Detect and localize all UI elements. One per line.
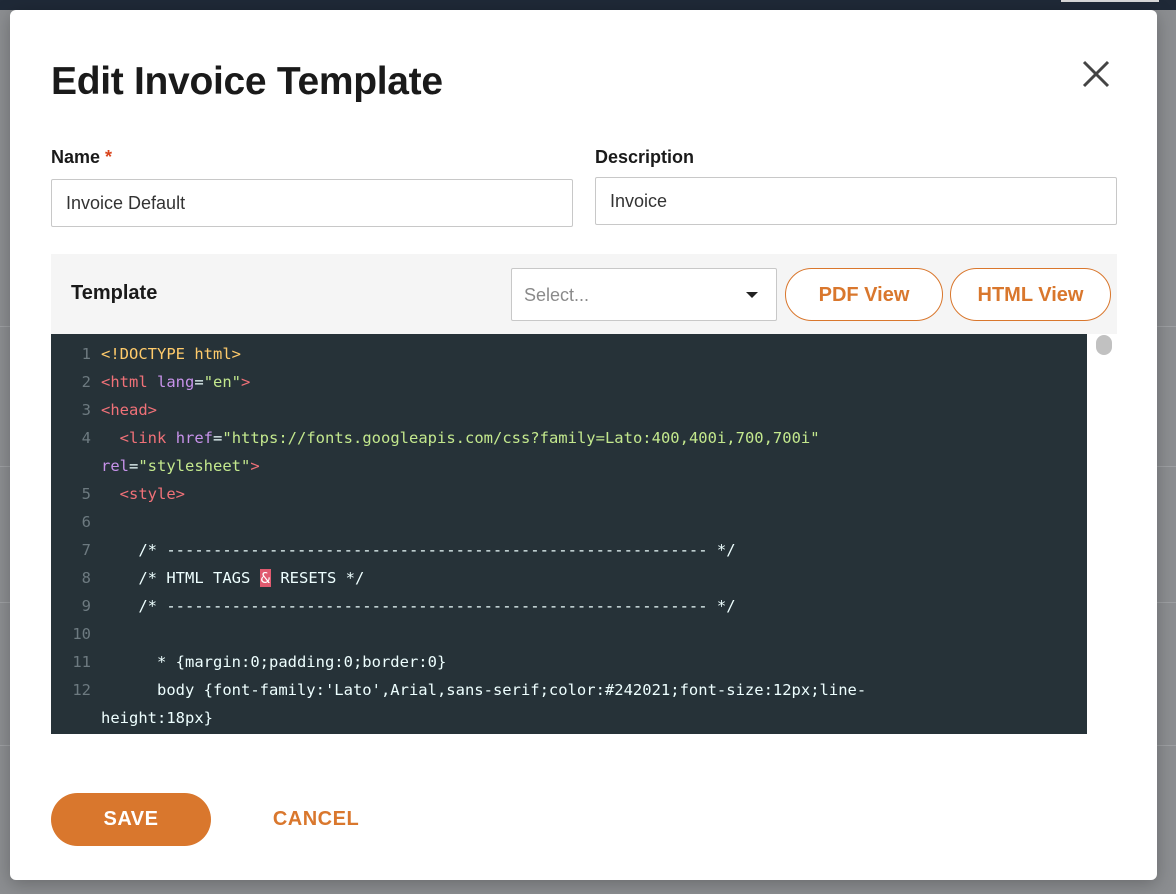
- line-number: 11: [72, 653, 91, 671]
- code-comment: /* -------------------------------------…: [138, 541, 736, 559]
- cancel-button[interactable]: CANCEL: [260, 793, 372, 846]
- code-text: <!DOCTYPE html>: [101, 345, 241, 363]
- code-line: 9 /* -----------------------------------…: [51, 592, 1087, 620]
- code-line: 4 <link href="https://fonts.googleapis.c…: [51, 424, 1087, 452]
- code-line: 6: [51, 508, 1087, 536]
- html-view-button[interactable]: HTML View: [950, 268, 1111, 321]
- code-line: 3 <head>: [51, 396, 1087, 424]
- code-text: body {font-family:'Lato',Arial,sans-seri…: [157, 681, 867, 699]
- code-text: =: [213, 429, 223, 447]
- close-icon: [1082, 60, 1110, 88]
- app-topbar: [0, 0, 1176, 10]
- code-line: 12 body {font-family:'Lato',Arial,sans-s…: [51, 676, 1087, 704]
- template-toolbar: Template Select... PDF View HTML View: [51, 254, 1117, 334]
- code-line: 5 <style>: [51, 480, 1087, 508]
- name-label: Name *: [51, 147, 112, 168]
- line-number: 9: [81, 597, 91, 615]
- code-line: 10: [51, 620, 1087, 648]
- line-number: 8: [81, 569, 91, 587]
- template-label: Template: [71, 282, 158, 304]
- topbar-tab-indicator: [1061, 0, 1159, 2]
- pdf-view-button[interactable]: PDF View: [785, 268, 943, 321]
- code-line: height:18px}: [51, 704, 1087, 732]
- line-number: 2: [81, 373, 91, 391]
- code-text: height:18px}: [101, 709, 213, 727]
- line-number: 10: [72, 625, 91, 643]
- template-select[interactable]: Select...: [511, 268, 777, 321]
- code-text: <style>: [119, 485, 185, 503]
- scrollbar-thumb[interactable]: [1096, 335, 1112, 355]
- code-editor[interactable]: 1 <!DOCTYPE html> 2 <html lang="en"> 3 <hea…: [51, 334, 1087, 734]
- code-text: =: [129, 457, 139, 475]
- code-text: "en": [203, 373, 242, 391]
- code-text: <link: [119, 429, 167, 447]
- code-text: <html: [101, 373, 148, 391]
- code-comment: /* HTML TAGS: [138, 569, 260, 587]
- line-number: 5: [81, 485, 91, 503]
- code-text: rel: [101, 457, 129, 475]
- edit-template-dialog: Edit Invoice Template Name* Description …: [10, 10, 1157, 880]
- dialog-title: Edit Invoice Template: [51, 60, 443, 103]
- code-line: 11 * {margin:0;padding:0;border:0}: [51, 648, 1087, 676]
- select-placeholder: Select...: [524, 285, 590, 305]
- code-text: "https://fonts.googleapis.com/css?family…: [222, 429, 820, 447]
- code-highlight: &: [259, 569, 271, 587]
- line-number: 1: [81, 345, 91, 363]
- code-line: 8 /* HTML TAGS & RESETS */: [51, 564, 1087, 592]
- line-number: 12: [72, 681, 91, 699]
- close-button[interactable]: [1078, 56, 1114, 92]
- code-text: <head>: [101, 401, 157, 419]
- line-number: 7: [81, 541, 91, 559]
- chevron-down-icon: [746, 292, 758, 298]
- save-button[interactable]: SAVE: [51, 793, 211, 846]
- code-text: >: [241, 373, 251, 391]
- description-input[interactable]: [595, 177, 1117, 225]
- line-number: 3: [81, 401, 91, 419]
- name-input[interactable]: [51, 179, 573, 227]
- description-label: Description: [595, 147, 695, 167]
- code-line: 1 <!DOCTYPE html>: [51, 340, 1087, 368]
- name-label-text: Name: [51, 147, 101, 167]
- code-text: href: [175, 429, 214, 447]
- line-number: 4: [81, 429, 91, 447]
- required-marker: *: [105, 147, 113, 167]
- code-text: "stylesheet": [138, 457, 251, 475]
- code-text: lang: [157, 373, 195, 391]
- code-line: rel="stylesheet">: [51, 452, 1087, 480]
- code-text: * {margin:0;padding:0;border:0}: [157, 653, 447, 671]
- code-comment: RESETS */: [271, 569, 365, 587]
- code-line: 7 /* -----------------------------------…: [51, 536, 1087, 564]
- line-number: 6: [81, 513, 91, 531]
- code-line: 2 <html lang="en">: [51, 368, 1087, 396]
- code-comment: /* -------------------------------------…: [138, 597, 736, 615]
- code-text: >: [250, 457, 260, 475]
- editor-scrollbar[interactable]: [1087, 334, 1117, 734]
- code-text: =: [194, 373, 204, 391]
